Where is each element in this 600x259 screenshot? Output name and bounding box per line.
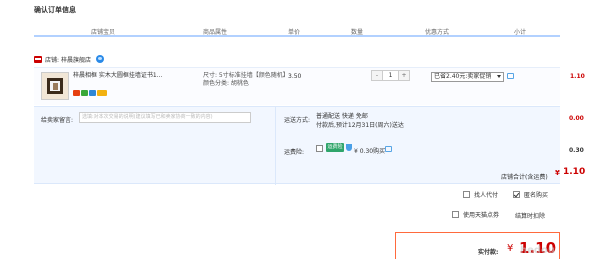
column-discount: 优惠方式 <box>425 29 450 36</box>
quantity-input[interactable]: 1 <box>382 71 399 80</box>
column-shop-items: 店铺宝贝 <box>91 29 116 36</box>
tmall-points-checkbox[interactable] <box>452 211 459 218</box>
column-unit-price: 单价 <box>288 29 301 36</box>
card-badge-icon <box>97 90 107 96</box>
shipping-method: 普通配送 快递 免邮 付款后,预计12月31日(周六)送达 <box>316 112 404 130</box>
attr-size: 尺寸: 5寸标准挂墙【颜色随机】 <box>203 72 289 79</box>
payment-label: 实付款: <box>478 249 499 256</box>
insurance-badge: 运费险 <box>326 143 344 152</box>
shipping-fee: 0.00 <box>569 115 584 122</box>
proxy-pay-checkbox[interactable] <box>463 191 470 198</box>
insurance-label: 运费险: <box>284 149 305 156</box>
shop-row: 店铺: 梓晨旗舰店 <box>34 53 105 65</box>
item-subtotal: 1.10 <box>570 73 585 80</box>
shipping-eta: 付款后,预计12月31日(周六)送达 <box>316 122 404 129</box>
payment-currency: ¥ <box>507 243 514 254</box>
wangwang-chat-icon[interactable] <box>96 55 105 63</box>
shop-icon <box>34 55 42 63</box>
quantity-stepper: - 1 + <box>371 70 410 81</box>
column-subtotal: 小计 <box>514 29 527 36</box>
anonymous-option[interactable]: 匿名购买 <box>513 190 548 199</box>
shop-total-label: 店铺合计(含运费) <box>501 174 548 181</box>
discount-select[interactable]: 已省2.40元:卖家促销 <box>431 72 504 82</box>
service-badge-icon <box>89 90 96 96</box>
page-title: 确认订单信息 <box>34 6 76 14</box>
insurance-info-icon[interactable] <box>385 146 392 152</box>
discount-selected-value: 已省2.40元:卖家促销 <box>434 73 492 80</box>
tmall-points-label: 使用天猫点券 <box>463 212 500 219</box>
column-quantity: 数量 <box>351 29 364 36</box>
product-thumbnail[interactable] <box>41 72 69 100</box>
quantity-minus-button[interactable]: - <box>372 71 382 80</box>
shipping-method-text: 普通配送 快递 免邮 <box>316 113 368 120</box>
unit-price: 3.50 <box>288 73 302 80</box>
service-badges <box>73 90 107 96</box>
product-attributes: 尺寸: 5寸标准挂墙【颜色随机】 颜色分类: 胡桃色 <box>203 72 289 88</box>
service-badge-icon <box>73 90 80 96</box>
proxy-pay-option[interactable]: 找人代付 <box>463 190 498 199</box>
discount-info-icon[interactable] <box>507 73 514 79</box>
seller-message-label: 给卖家留言: <box>41 117 74 124</box>
column-header: 店铺宝贝 商品属性 单价 数量 优惠方式 小计 <box>34 24 560 37</box>
product-title-link[interactable]: 梓晨相框 实木大圆框挂墙证书1... <box>73 72 201 80</box>
insurance-fee: 0.30 <box>569 147 584 154</box>
order-item-row: 梓晨相框 实木大圆框挂墙证书1... 尺寸: 5寸标准挂墙【颜色随机】 颜色分类… <box>34 67 585 105</box>
shipping-label: 运送方式: <box>284 117 311 124</box>
photo-frame-image <box>47 78 63 94</box>
shop-total-currency: ¥ <box>555 169 560 177</box>
quantity-plus-button[interactable]: + <box>399 71 409 80</box>
shop-total-value: 1.10 <box>563 167 586 177</box>
anonymous-label: 匿名购买 <box>524 192 549 199</box>
tmall-points-option[interactable]: 使用天猫点券 <box>452 210 499 219</box>
divider <box>275 107 276 185</box>
attr-color: 颜色分类: 胡桃色 <box>203 80 249 87</box>
shop-name-link[interactable]: 梓晨旗舰店 <box>61 55 91 64</box>
proxy-pay-label: 找人代付 <box>474 192 499 199</box>
insurance-price-text: ¥ 0.30购买 <box>354 148 386 155</box>
shield-icon <box>346 144 352 151</box>
dropdown-arrow-icon <box>497 75 501 78</box>
seller-message-input[interactable]: 选填:对本次交易的说明(建议填写已和卖家协商一致的内容) <box>79 112 251 123</box>
shop-label: 店铺: <box>45 56 60 64</box>
insurance-checkbox[interactable] <box>316 145 323 152</box>
service-badge-icon <box>81 90 88 96</box>
order-extras: 给卖家留言: 选填:对本次交易的说明(建议填写已和卖家协商一致的内容) 运送方式… <box>34 106 585 185</box>
watermark: hedou <box>520 245 556 256</box>
deduct-note: 结算时扣除 <box>515 213 546 220</box>
anonymous-checkbox[interactable] <box>513 191 520 198</box>
column-attributes: 商品属性 <box>203 29 228 36</box>
